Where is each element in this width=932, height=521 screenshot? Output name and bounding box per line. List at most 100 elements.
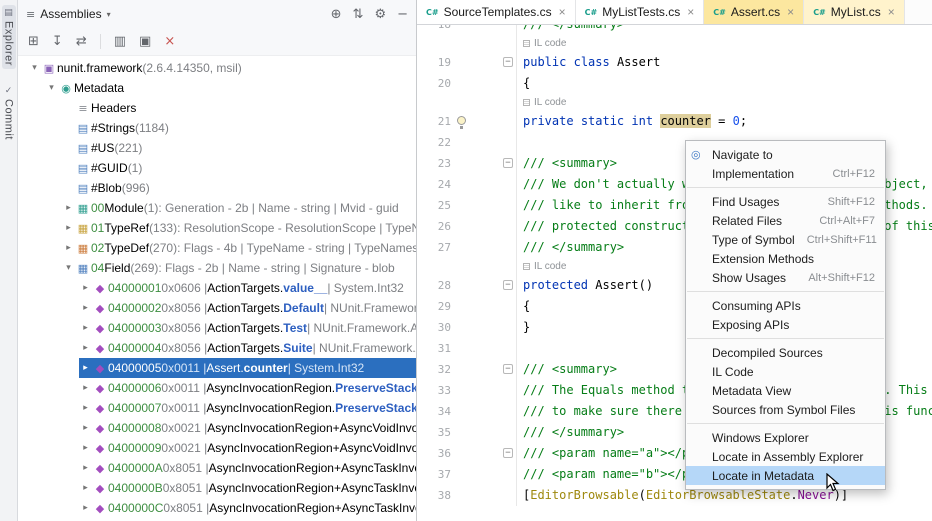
- chevron-closed-icon[interactable]: ▸: [79, 463, 92, 473]
- tree-row[interactable]: ▸◆04000001 0x0606 | ActionTargets.value_…: [18, 278, 416, 298]
- menu-item-locate-in-metadata[interactable]: Locate in Metadata: [686, 466, 885, 485]
- chevron-closed-icon[interactable]: ▸: [79, 363, 92, 373]
- tab-close-icon[interactable]: ×: [888, 5, 895, 19]
- menu-item-consuming-apis[interactable]: Consuming APIs: [686, 296, 885, 315]
- fold-marker-icon[interactable]: −: [503, 280, 513, 290]
- tree-row[interactable]: ▤#Strings (1184): [18, 118, 416, 138]
- menu-item-il-code[interactable]: IL Code: [686, 362, 885, 381]
- fold-marker-icon[interactable]: −: [503, 448, 513, 458]
- hide-icon[interactable]: −: [397, 7, 408, 22]
- chevron-closed-icon[interactable]: ▸: [79, 503, 92, 513]
- chevron-closed-icon[interactable]: ▸: [79, 423, 92, 433]
- tree-row[interactable]: ▾▣nunit.framework (2.6.4.14350, msil): [18, 58, 416, 78]
- menu-item-extension-methods[interactable]: Extension Methods: [686, 249, 885, 268]
- tree-row[interactable]: ▤#US (221): [18, 138, 416, 158]
- fold-marker-icon[interactable]: −: [503, 158, 513, 168]
- chevron-open-icon[interactable]: ▾: [28, 63, 41, 73]
- tree-row[interactable]: ▤#Blob (996): [18, 178, 416, 198]
- chevron-closed-icon[interactable]: ▸: [79, 323, 92, 333]
- tree-text: Default: [283, 301, 324, 315]
- chevron-closed-icon[interactable]: ▸: [79, 483, 92, 493]
- tree-row[interactable]: ▸▦00 Module (1): Generation - 2b | Name …: [18, 198, 416, 218]
- tree-row[interactable]: ▸▦01 TypeRef (133): ResolutionScope - Re…: [18, 218, 416, 238]
- menu-item-metadata-view[interactable]: Metadata View: [686, 381, 885, 400]
- chevron-closed-icon[interactable]: ▸: [79, 343, 92, 353]
- menu-item-locate-in-assembly-explorer[interactable]: Locate in Assembly Explorer: [686, 447, 885, 466]
- tab-close-icon[interactable]: ×: [687, 5, 694, 19]
- code-line[interactable]: 19−public class Assert: [417, 52, 932, 73]
- tree-row[interactable]: ▾◉Metadata: [18, 78, 416, 98]
- chevron-open-icon[interactable]: ▾: [45, 83, 58, 93]
- tree-row[interactable]: ▸◆04000005 0x0011 | Assert.counter | Sys…: [18, 358, 416, 378]
- web-icon[interactable]: ⊕: [331, 7, 342, 22]
- menu-item-type-of-symbol[interactable]: Type of SymbolCtrl+Shift+F11: [686, 230, 885, 249]
- chevron-down-icon[interactable]: ▾: [107, 10, 111, 19]
- chevron-closed-icon[interactable]: ▸: [62, 203, 75, 213]
- view-options-icon[interactable]: ▥: [114, 34, 126, 49]
- tree-row[interactable]: ▸◆0400000C 0x8051 | AsyncInvocationRegio…: [18, 498, 416, 518]
- tree-row[interactable]: ▤#GUID (1): [18, 158, 416, 178]
- tree-row[interactable]: ≡Headers: [18, 98, 416, 118]
- code-line[interactable]: 21private static int counter = 0;: [417, 111, 932, 132]
- menu-item-navigate-to[interactable]: ◎Navigate to: [686, 145, 885, 164]
- tree-row[interactable]: ▸◆04000004 0x8056 | ActionTargets.Suite …: [18, 338, 416, 358]
- tree-row[interactable]: ▸◆04000003 0x8056 | ActionTargets.Test |…: [18, 318, 416, 338]
- tree-row[interactable]: ▸◆04000002 0x8056 | ActionTargets.Defaul…: [18, 298, 416, 318]
- gutter: [417, 94, 517, 111]
- intention-bulb-icon[interactable]: [457, 116, 466, 125]
- chevron-closed-icon[interactable]: ▸: [79, 443, 92, 453]
- menu-item-implementation[interactable]: ImplementationCtrl+F12: [686, 164, 885, 183]
- code-token: EditorBrowsable: [530, 488, 638, 502]
- chevron-closed-icon[interactable]: ▸: [79, 303, 92, 313]
- tree-row[interactable]: ▸◆04000007 0x0011 | AsyncInvocationRegio…: [18, 398, 416, 418]
- line-number: 34: [417, 401, 451, 422]
- code-line[interactable]: 18/// </summary>: [417, 25, 932, 35]
- gutter: [417, 35, 517, 52]
- export-icon[interactable]: ▣: [139, 34, 151, 49]
- sort-icon[interactable]: ⇅: [353, 7, 364, 22]
- chevron-closed-icon[interactable]: ▸: [79, 283, 92, 293]
- stripe-item-commit[interactable]: ✓Commit: [2, 83, 16, 143]
- chevron-closed-icon[interactable]: ▸: [62, 223, 75, 233]
- chevron-closed-icon[interactable]: ▸: [79, 383, 92, 393]
- stripe-item-explorer[interactable]: ▤Explorer: [2, 5, 16, 69]
- menu-item-exposing-apis[interactable]: Exposing APIs: [686, 315, 885, 334]
- field-icon: ◆: [92, 322, 108, 335]
- import-assembly-icon[interactable]: ↧: [52, 34, 63, 49]
- menu-item-find-usages[interactable]: Find UsagesShift+F12: [686, 192, 885, 211]
- tree-row[interactable]: ▸◆04000008 0x0021 | AsyncInvocationRegio…: [18, 418, 416, 438]
- code-line[interactable]: 20{: [417, 73, 932, 94]
- menu-item-decompiled-sources[interactable]: Decompiled Sources: [686, 343, 885, 362]
- add-assembly-icon[interactable]: ⊞: [28, 34, 39, 49]
- menu-item-label: Sources from Symbol Files: [712, 403, 863, 417]
- menu-item-sources-from-symbol-files[interactable]: Sources from Symbol Files: [686, 400, 885, 419]
- tab-close-icon[interactable]: ×: [559, 5, 566, 19]
- tree-row[interactable]: ▸◆0400000B 0x8051 | AsyncInvocationRegio…: [18, 478, 416, 498]
- tree-row[interactable]: ▸▦02 TypeDef (270): Flags - 4b | TypeNam…: [18, 238, 416, 258]
- compare-assemblies-icon[interactable]: ⇄: [76, 34, 87, 49]
- tree-text: 0x0011 |: [161, 401, 206, 415]
- tab-mylisttests-cs[interactable]: C#MyListTests.cs×: [576, 0, 705, 24]
- tab-sourcetemplates-cs[interactable]: C#SourceTemplates.cs×: [417, 0, 576, 24]
- il-code-text: IL code: [534, 94, 566, 111]
- tab-mylist-cs[interactable]: C#MyList.cs×: [804, 0, 905, 24]
- tree-row[interactable]: ▸◆04000006 0x0011 | AsyncInvocationRegio…: [18, 378, 416, 398]
- chevron-closed-icon[interactable]: ▸: [62, 243, 75, 253]
- menu-item-related-files[interactable]: Related FilesCtrl+Alt+F7: [686, 211, 885, 230]
- tree-row[interactable]: ▸◆0400000A 0x8051 | AsyncInvocationRegio…: [18, 458, 416, 478]
- chevron-open-icon[interactable]: ▾: [62, 263, 75, 273]
- chevron-closed-icon[interactable]: ▸: [79, 403, 92, 413]
- tab-assert-cs[interactable]: C#Assert.cs×: [704, 0, 804, 24]
- tree-row[interactable]: ▾▦04 Field (269): Flags - 2b | Name - st…: [18, 258, 416, 278]
- gutter-icons: [451, 111, 516, 132]
- panel-title[interactable]: Assemblies: [40, 7, 101, 21]
- fold-marker-icon[interactable]: −: [503, 364, 513, 374]
- settings-icon[interactable]: ⚙: [374, 7, 386, 22]
- fold-marker-icon[interactable]: −: [503, 57, 513, 67]
- menu-item-show-usages[interactable]: Show UsagesAlt+Shift+F12: [686, 268, 885, 287]
- remove-assembly-icon[interactable]: ×: [164, 34, 175, 49]
- tree-row[interactable]: ▸◆04000009 0x0021 | AsyncInvocationRegio…: [18, 438, 416, 458]
- tab-close-icon[interactable]: ×: [787, 5, 794, 19]
- csharp-file-icon: C#: [813, 8, 826, 17]
- menu-item-windows-explorer[interactable]: Windows Explorer: [686, 428, 885, 447]
